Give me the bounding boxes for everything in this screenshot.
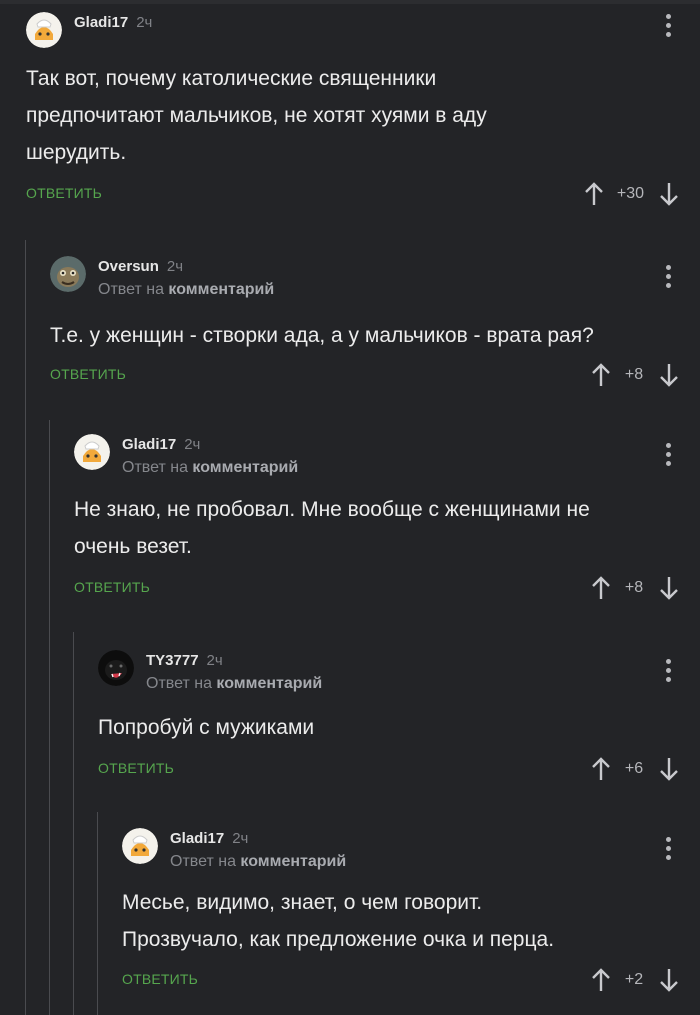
- comment: TY3777 2ч Ответ на комментарий Попробуй с…: [98, 650, 700, 784]
- upvote-arrow-icon[interactable]: [590, 575, 612, 601]
- author-meta: TY3777 2ч: [146, 652, 223, 669]
- reply-to-meta: Ответ на комментарий: [98, 281, 274, 299]
- more-options-icon[interactable]: [666, 265, 672, 291]
- downvote-arrow-icon[interactable]: [658, 575, 680, 601]
- comment-text: Месье, видимо, знает, о чем говорит. Про…: [122, 884, 700, 958]
- reply-to-link[interactable]: комментарий: [192, 459, 298, 476]
- author-name[interactable]: Gladi17: [122, 436, 176, 453]
- dark-cat-avatar[interactable]: [98, 650, 134, 686]
- comment-rating: +8: [624, 579, 644, 596]
- reply-button[interactable]: ОТВЕТИТЬ: [26, 185, 102, 201]
- reply-to-link[interactable]: комментарий: [240, 853, 346, 870]
- author-name[interactable]: Gladi17: [74, 14, 128, 31]
- comment-header: Gladi17 2ч: [26, 12, 700, 48]
- upvote-arrow-icon[interactable]: [583, 181, 605, 207]
- comment-rating: +2: [624, 971, 644, 988]
- author-meta: Gladi17 2ч: [170, 830, 248, 847]
- author-name[interactable]: Oversun: [98, 258, 159, 275]
- reply-to-link[interactable]: комментарий: [168, 281, 274, 298]
- comment-header: Gladi17 2ч Ответ на комментарий: [122, 828, 700, 870]
- comment-text: Попробуй с мужиками: [98, 709, 700, 746]
- comment-rating: +6: [624, 760, 644, 777]
- comment-time: 2ч: [184, 436, 201, 453]
- comment-time: 2ч: [136, 14, 153, 31]
- reply-to-meta: Ответ на комментарий: [122, 459, 298, 477]
- vote-block: +6: [590, 754, 680, 784]
- upvote-arrow-icon[interactable]: [590, 362, 612, 388]
- comment: Gladi17 2ч Ответ на комментарий Не знаю, …: [74, 434, 700, 603]
- reply-button[interactable]: ОТВЕТИТЬ: [50, 366, 126, 382]
- comment-text-line: Так вот, почему католические священники: [26, 67, 437, 90]
- reply-to-prefix: Ответ на: [170, 853, 236, 870]
- author-meta: Oversun 2ч: [98, 258, 183, 275]
- downvote-arrow-icon[interactable]: [658, 362, 680, 388]
- thread-line: [49, 420, 50, 1015]
- comment-text: Т.е. у женщин - створки ада, а у мальчик…: [50, 317, 700, 354]
- chef-cat-avatar[interactable]: [26, 12, 62, 48]
- comment-text-line: очень везет.: [74, 535, 192, 558]
- comment-text-line: предпочитают мальчиков, не хотят хуями в…: [26, 104, 487, 127]
- comment-time: 2ч: [232, 830, 249, 847]
- top-divider: [0, 0, 700, 4]
- author-meta: Gladi17 2ч: [122, 436, 200, 453]
- more-options-icon[interactable]: [666, 443, 672, 469]
- reply-button[interactable]: ОТВЕТИТЬ: [74, 579, 150, 595]
- vote-block: +2: [590, 965, 680, 995]
- comment-header: TY3777 2ч Ответ на комментарий: [98, 650, 700, 692]
- comment: Gladi17 2ч Так вот, почему католические с…: [26, 12, 700, 209]
- comment: Gladi17 2ч Ответ на комментарий Месье, ви…: [122, 828, 700, 995]
- reply-to-link[interactable]: комментарий: [216, 675, 322, 692]
- vote-block: +8: [590, 360, 680, 390]
- more-options-icon[interactable]: [666, 14, 672, 40]
- vote-block: +30: [583, 179, 680, 209]
- comment-time: 2ч: [166, 258, 184, 275]
- author-name[interactable]: TY3777: [146, 652, 199, 669]
- reply-to-meta: Ответ на комментарий: [146, 675, 322, 693]
- comment-time: 2ч: [206, 652, 223, 669]
- comment-text-line: Попробуй с мужиками: [98, 716, 315, 739]
- reply-to-meta: Ответ на комментарий: [170, 853, 346, 871]
- comment-text-line: Прозвучало, как предложение очка и перца…: [122, 928, 555, 951]
- reply-to-prefix: Ответ на: [122, 459, 188, 476]
- comment-actions: ОТВЕТИТЬ +2: [122, 965, 700, 995]
- reply-to-prefix: Ответ на: [146, 675, 212, 692]
- upvote-arrow-icon[interactable]: [590, 967, 612, 993]
- comment: Oversun 2ч Ответ на комментарий Т.е. у же…: [50, 256, 700, 390]
- comment-text: Не знаю, не пробовал. Мне вообще с женщи…: [74, 491, 700, 565]
- thread-line: [73, 632, 74, 1015]
- creature-avatar[interactable]: [50, 256, 86, 292]
- reply-button[interactable]: ОТВЕТИТЬ: [98, 760, 174, 776]
- chef-cat-avatar[interactable]: [74, 434, 110, 470]
- reply-to-prefix: Ответ на: [98, 281, 164, 298]
- more-options-icon[interactable]: [666, 837, 672, 863]
- comment-rating: +30: [616, 185, 644, 202]
- comment-header: Oversun 2ч Ответ на комментарий: [50, 256, 700, 298]
- comment-actions: ОТВЕТИТЬ +8: [74, 573, 700, 603]
- comment-header: Gladi17 2ч Ответ на комментарий: [74, 434, 700, 476]
- downvote-arrow-icon[interactable]: [658, 181, 680, 207]
- comment-text-line: Месье, видимо, знает, о чем говорит.: [122, 891, 483, 914]
- comment-text-line: Т.е. у женщин - створки ада, а у мальчик…: [50, 324, 594, 347]
- reply-button[interactable]: ОТВЕТИТЬ: [122, 971, 198, 987]
- vote-block: +8: [590, 573, 680, 603]
- comment-actions: ОТВЕТИТЬ +8: [50, 360, 700, 390]
- author-meta: Gladi17 2ч: [74, 14, 152, 31]
- comment-rating: +8: [624, 366, 644, 383]
- comment-actions: ОТВЕТИТЬ +30: [26, 179, 700, 209]
- downvote-arrow-icon[interactable]: [658, 756, 680, 782]
- chef-cat-avatar[interactable]: [122, 828, 158, 864]
- more-options-icon[interactable]: [666, 659, 672, 685]
- downvote-arrow-icon[interactable]: [658, 967, 680, 993]
- comment-actions: ОТВЕТИТЬ +6: [98, 754, 700, 784]
- thread-line: [25, 240, 26, 1015]
- author-name[interactable]: Gladi17: [170, 830, 224, 847]
- comment-text: Так вот, почему католические священники …: [26, 60, 700, 171]
- thread-line: [97, 812, 98, 1015]
- comment-text-line: шерудить.: [26, 141, 127, 164]
- upvote-arrow-icon[interactable]: [590, 756, 612, 782]
- comment-text-line: Не знаю, не пробовал. Мне вообще с женщи…: [74, 498, 590, 521]
